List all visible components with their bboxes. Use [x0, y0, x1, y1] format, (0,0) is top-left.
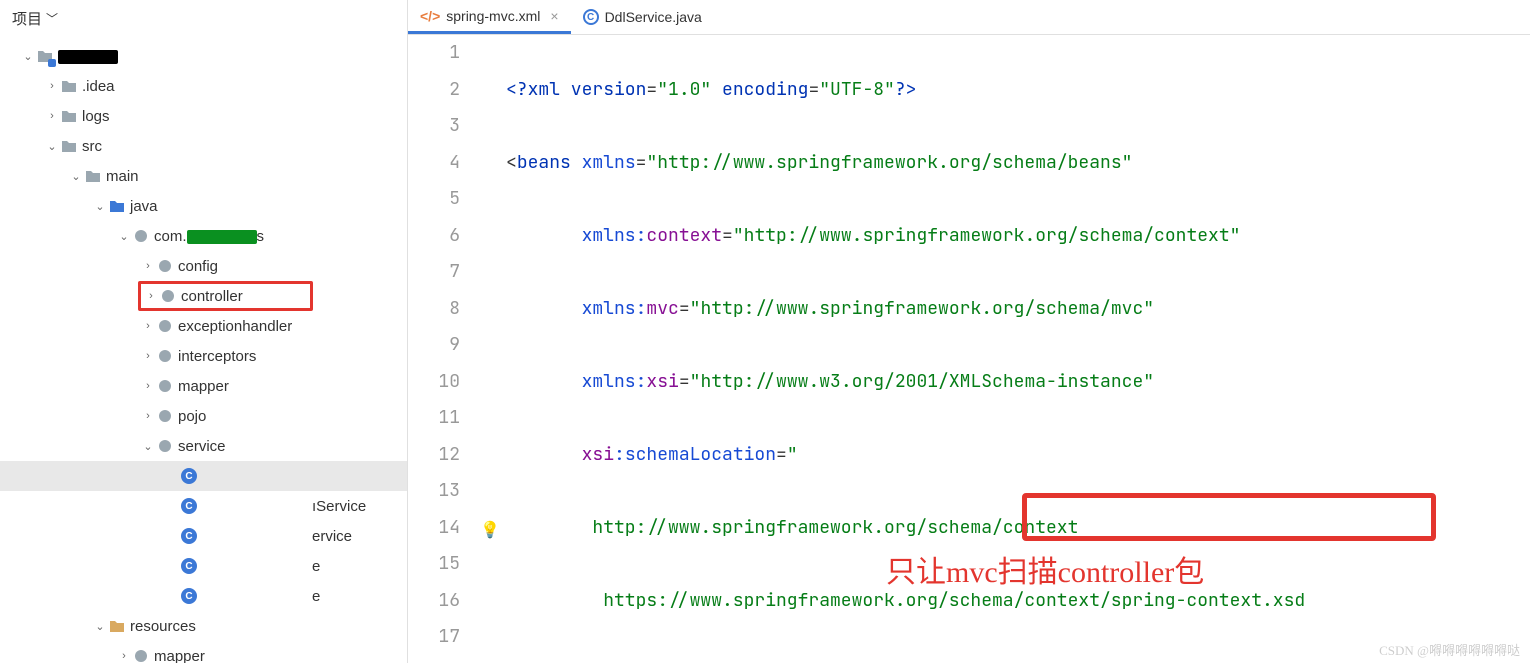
- line-numbers: 1 2 3 4 5 6 7 8 9 10 11 12 13 14 15 16 1…: [408, 35, 478, 663]
- editor-tabs: </> spring-mvc.xml × C DdlService.java: [408, 0, 1530, 35]
- tree-item-idea[interactable]: › .idea: [0, 71, 407, 101]
- chevron-down-icon: ⌄: [20, 50, 36, 63]
- class-icon: C: [180, 557, 198, 575]
- chevron-right-icon: ›: [140, 320, 156, 332]
- java-class-icon: C: [583, 9, 599, 25]
- chevron-right-icon: ›: [140, 350, 156, 362]
- tree-item-java[interactable]: ⌄ java: [0, 191, 407, 221]
- package-icon: [132, 647, 150, 663]
- package-icon: [156, 377, 174, 395]
- gutter-icons: 💡: [478, 35, 506, 663]
- tree-item-class-2[interactable]: C ıService: [0, 491, 407, 521]
- chevron-down-icon: ⌄: [68, 170, 84, 183]
- chevron-right-icon: ›: [143, 290, 159, 302]
- tree-item-config[interactable]: › config: [0, 251, 407, 281]
- chevron-down-icon: ﹀: [46, 10, 58, 27]
- tree-item-main[interactable]: ⌄ main: [0, 161, 407, 191]
- class-icon: C: [180, 467, 198, 485]
- tree-item-service[interactable]: ⌄ service: [0, 431, 407, 461]
- code-content[interactable]: <?xml version="1.0" encoding="UTF-8"?> <…: [506, 35, 1530, 663]
- chevron-right-icon: ›: [44, 110, 60, 122]
- close-icon[interactable]: ×: [550, 8, 558, 24]
- class-icon: C: [180, 587, 198, 605]
- resources-folder-icon: [108, 617, 126, 635]
- package-icon: [156, 437, 174, 455]
- tab-ddlservice[interactable]: C DdlService.java: [571, 0, 714, 34]
- folder-icon: [84, 167, 102, 185]
- folder-icon: [60, 137, 78, 155]
- tree-item-controller[interactable]: › controller: [138, 281, 313, 311]
- tree-item-com[interactable]: ⌄ com.s: [0, 221, 407, 251]
- tab-spring-mvc[interactable]: </> spring-mvc.xml ×: [408, 0, 571, 34]
- chevron-right-icon: ›: [140, 410, 156, 422]
- chevron-right-icon: ›: [140, 260, 156, 272]
- source-folder-icon: [108, 197, 126, 215]
- tree-item-interceptors[interactable]: › interceptors: [0, 341, 407, 371]
- package-icon: [132, 227, 150, 245]
- tree-item-class-1[interactable]: C: [0, 461, 407, 491]
- folder-icon: [60, 107, 78, 125]
- tree-item-src[interactable]: ⌄ src: [0, 131, 407, 161]
- chevron-down-icon: ⌄: [92, 200, 108, 213]
- tree-item-mapper2[interactable]: › mapper: [0, 641, 407, 663]
- chevron-down-icon: ⌄: [92, 620, 108, 633]
- chevron-right-icon: ›: [44, 80, 60, 92]
- package-icon: [156, 347, 174, 365]
- tree-item-mapper[interactable]: › mapper: [0, 371, 407, 401]
- class-icon: C: [180, 527, 198, 545]
- package-icon: [156, 407, 174, 425]
- project-sidebar: 项目 ﹀ ⌄ › .idea › logs ⌄ src ⌄ main: [0, 0, 408, 663]
- chevron-down-icon: ⌄: [116, 230, 132, 243]
- tree-root[interactable]: ⌄: [0, 41, 407, 71]
- folder-icon: [60, 77, 78, 95]
- tree-item-exceptionhandler[interactable]: › exceptionhandler: [0, 311, 407, 341]
- tree-item-class-4[interactable]: C e: [0, 551, 407, 581]
- project-icon: [36, 47, 54, 65]
- tree-item-class-5[interactable]: C e: [0, 581, 407, 611]
- bulb-icon[interactable]: 💡: [480, 512, 500, 549]
- project-tree: ⌄ › .idea › logs ⌄ src ⌄ main ⌄ java: [0, 37, 407, 663]
- tree-item-pojo[interactable]: › pojo: [0, 401, 407, 431]
- xml-file-icon: </>: [420, 8, 440, 24]
- package-icon: [156, 317, 174, 335]
- tree-item-logs[interactable]: › logs: [0, 101, 407, 131]
- package-icon: [156, 257, 174, 275]
- chevron-down-icon: ⌄: [44, 140, 60, 153]
- tree-item-resources[interactable]: ⌄ resources: [0, 611, 407, 641]
- watermark: CSDN @嘚嘚嘚嘚嘚嘚哒: [1379, 640, 1520, 659]
- editor-area: </> spring-mvc.xml × C DdlService.java 1…: [408, 0, 1530, 663]
- tree-item-class-3[interactable]: C ervice: [0, 521, 407, 551]
- chevron-right-icon: ›: [140, 380, 156, 392]
- sidebar-title[interactable]: 项目 ﹀: [0, 0, 407, 37]
- code-editor[interactable]: 1 2 3 4 5 6 7 8 9 10 11 12 13 14 15 16 1…: [408, 35, 1530, 663]
- class-icon: C: [180, 497, 198, 515]
- package-icon: [159, 287, 177, 305]
- chevron-down-icon: ⌄: [140, 440, 156, 453]
- chevron-right-icon: ›: [116, 650, 132, 662]
